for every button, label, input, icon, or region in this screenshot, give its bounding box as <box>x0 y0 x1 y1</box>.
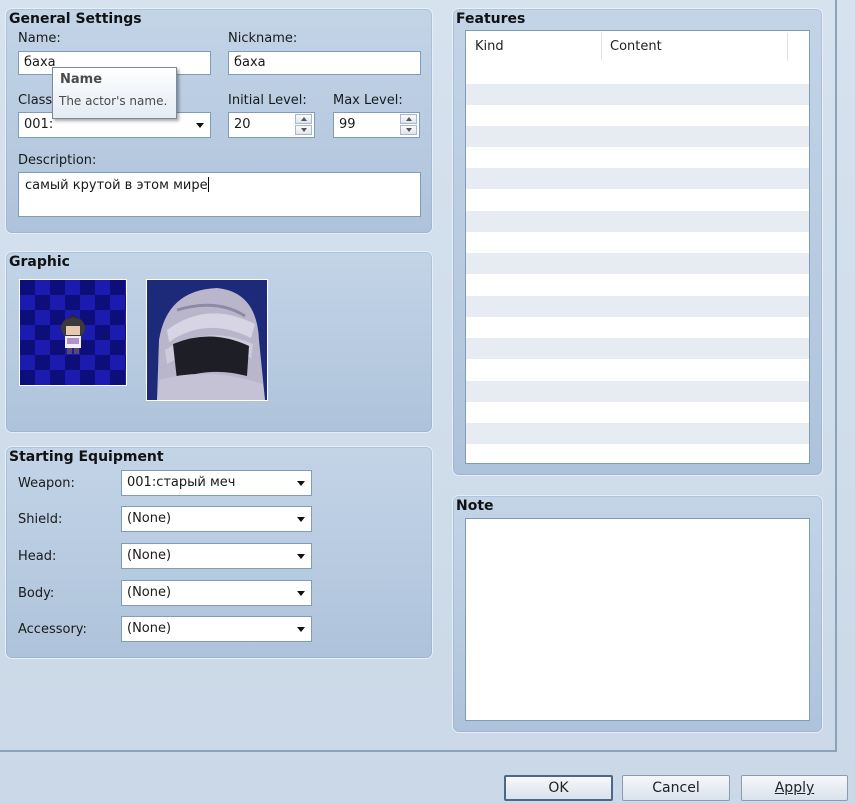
column-kind[interactable]: Kind <box>475 39 504 54</box>
chevron-down-icon <box>196 123 204 128</box>
list-row[interactable] <box>466 296 809 317</box>
apply-button-label: Apply <box>774 780 815 796</box>
name-tooltip: Name The actor's name. <box>52 67 177 119</box>
head-select[interactable]: (None) <box>121 543 312 569</box>
chevron-down-icon <box>297 591 305 596</box>
max-level-label: Max Level: <box>333 93 403 108</box>
spin-down-icon[interactable] <box>295 125 312 135</box>
face-image[interactable] <box>146 279 268 401</box>
general-settings-title: General Settings <box>9 11 142 27</box>
frame-bottom-border <box>0 750 836 752</box>
weapon-select-value: 001:старый меч <box>127 475 236 490</box>
list-row[interactable] <box>466 84 809 105</box>
chevron-down-icon <box>297 517 305 522</box>
shield-label: Shield: <box>18 512 63 527</box>
shield-select-value: (None) <box>127 511 172 526</box>
initial-level-value: 20 <box>234 117 251 132</box>
weapon-select[interactable]: 001:старый меч <box>121 470 312 496</box>
cancel-button[interactable]: Cancel <box>622 775 730 801</box>
column-divider <box>601 33 602 61</box>
head-label: Head: <box>18 549 57 564</box>
body-label: Body: <box>18 586 55 601</box>
weapon-label: Weapon: <box>18 476 75 491</box>
graphic-title: Graphic <box>9 254 70 270</box>
note-input[interactable] <box>465 518 810 721</box>
features-list-header: Kind Content <box>466 31 809 63</box>
name-label: Name: <box>18 31 61 46</box>
list-row[interactable] <box>466 126 809 147</box>
text-caret <box>207 177 209 192</box>
spin-up-icon[interactable] <box>295 114 312 124</box>
head-select-value: (None) <box>127 548 172 563</box>
list-row[interactable] <box>466 338 809 359</box>
chevron-down-icon <box>297 627 305 632</box>
initial-level-stepper[interactable]: 20 <box>228 112 315 138</box>
class-label: Class <box>18 93 53 108</box>
list-row[interactable] <box>466 168 809 189</box>
tooltip-title: Name <box>60 72 103 87</box>
list-row[interactable] <box>466 423 809 444</box>
body-select[interactable]: (None) <box>121 580 312 606</box>
description-text: самый крутой в этом мире <box>25 178 208 193</box>
nickname-label: Nickname: <box>228 31 298 46</box>
chevron-down-icon <box>297 554 305 559</box>
description-label: Description: <box>18 153 97 168</box>
list-row[interactable] <box>466 211 809 232</box>
accessory-select[interactable]: (None) <box>121 616 312 642</box>
shield-select[interactable]: (None) <box>121 506 312 532</box>
max-level-value: 99 <box>339 117 356 132</box>
hooded-face-icon <box>147 280 267 400</box>
ok-button[interactable]: OK <box>504 775 613 801</box>
nickname-input[interactable]: баха <box>228 51 421 75</box>
description-input[interactable]: самый крутой в этом мире <box>18 172 421 217</box>
chibi-character-icon <box>20 280 126 385</box>
column-divider <box>787 33 788 61</box>
list-row[interactable] <box>466 381 809 402</box>
class-select-value: 001: <box>24 117 54 132</box>
character-image[interactable] <box>19 279 127 386</box>
spin-down-icon[interactable] <box>400 125 417 135</box>
apply-button[interactable]: Apply <box>741 775 848 801</box>
features-list[interactable]: Kind Content <box>465 30 810 464</box>
starting-equipment-title: Starting Equipment <box>9 449 164 465</box>
list-row[interactable] <box>466 253 809 274</box>
chevron-down-icon <box>297 481 305 486</box>
accessory-select-value: (None) <box>127 621 172 636</box>
spin-up-icon[interactable] <box>400 114 417 124</box>
frame-right-border <box>835 0 837 752</box>
column-content[interactable]: Content <box>610 39 662 54</box>
body-select-value: (None) <box>127 585 172 600</box>
initial-level-label: Initial Level: <box>228 93 307 108</box>
note-title: Note <box>456 498 494 514</box>
features-title: Features <box>456 11 526 27</box>
tooltip-body: The actor's name. <box>59 94 168 108</box>
accessory-label: Accessory: <box>18 622 87 637</box>
max-level-stepper[interactable]: 99 <box>333 112 420 138</box>
